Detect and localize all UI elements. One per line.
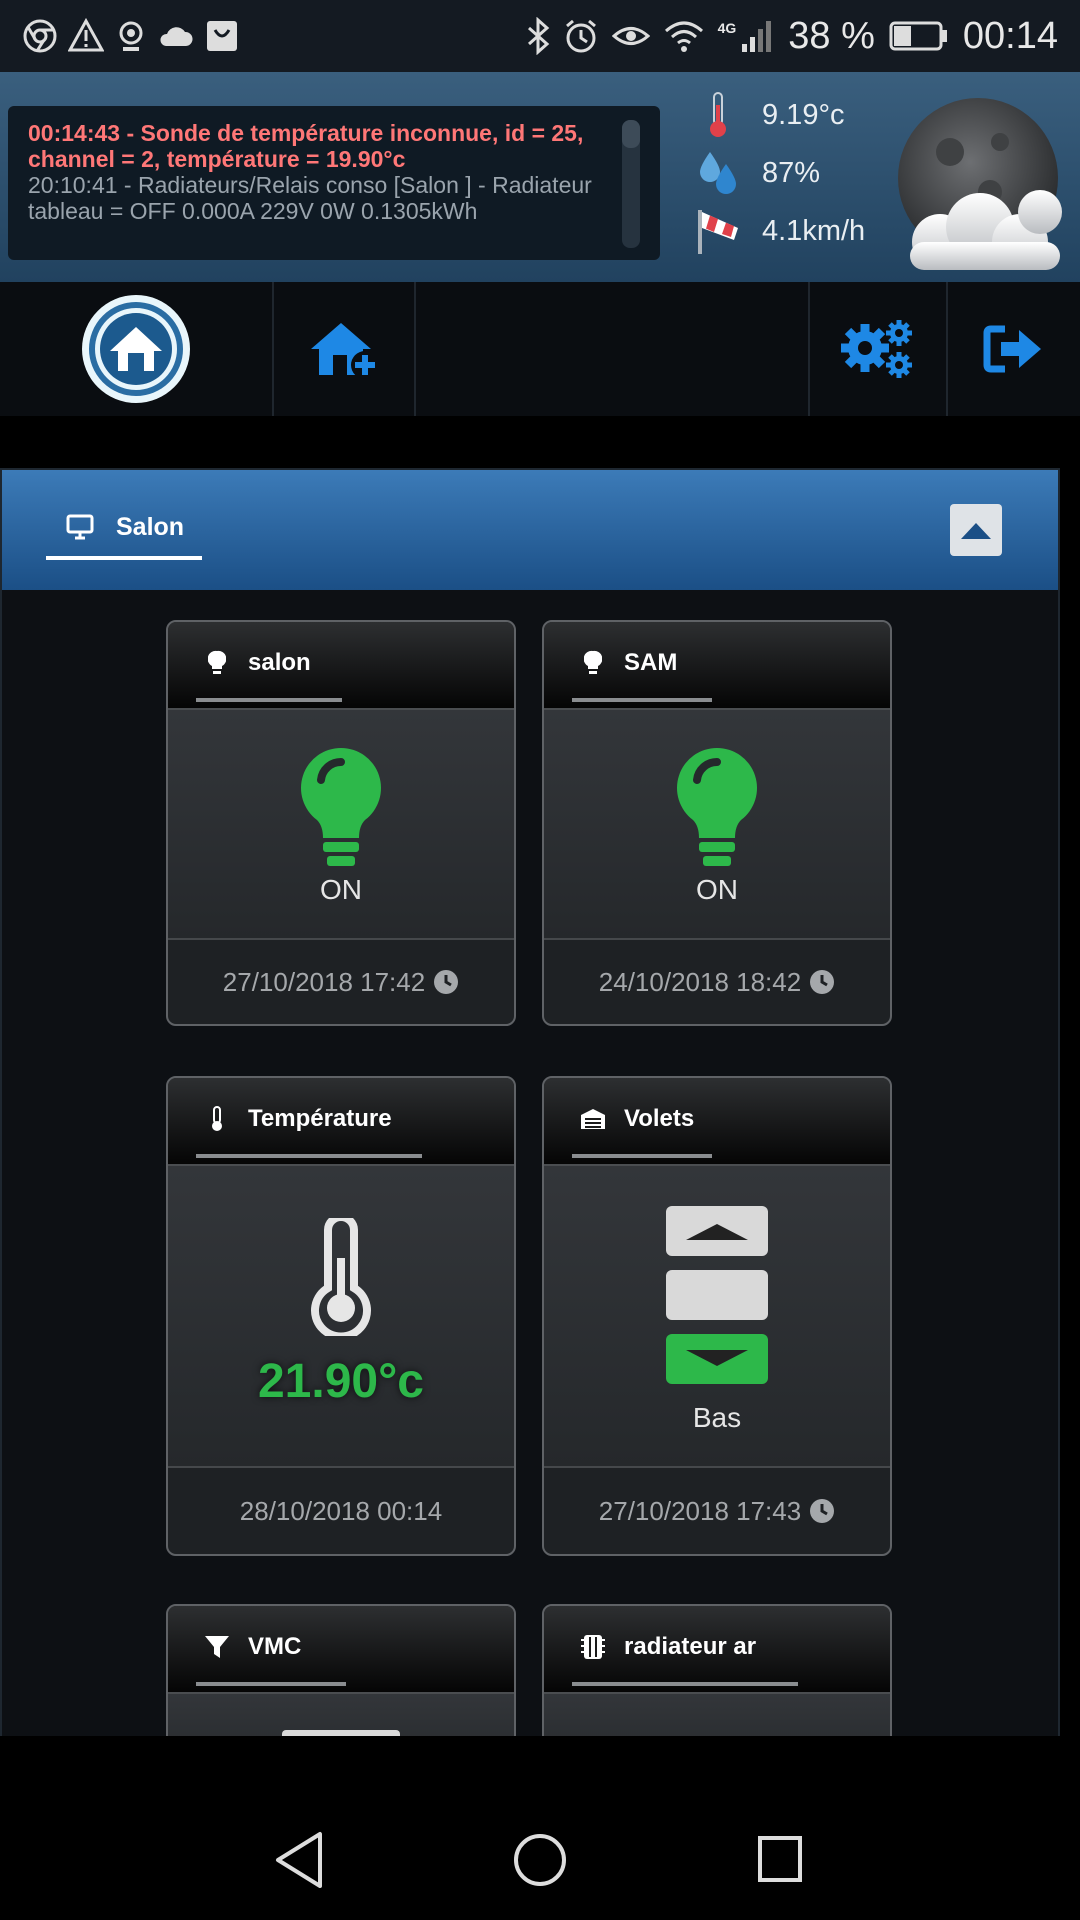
device-card-salon[interactable]: salon ON 27/10/2018 17:42 (166, 620, 516, 1026)
thermometer-icon (710, 92, 726, 137)
shutter-icon (581, 1109, 605, 1129)
bluetooth-icon (527, 17, 549, 55)
bulb-on-icon (301, 748, 381, 866)
weather-temperature-value: 9.19°c (762, 98, 845, 131)
card-header: Volets (544, 1078, 890, 1166)
card-title: Température (248, 1105, 392, 1132)
collapse-button[interactable] (950, 504, 1002, 556)
card-body[interactable]: 21.90°c (168, 1166, 514, 1468)
warning-icon (68, 18, 104, 52)
weather-humidity-value: 87% (762, 156, 821, 189)
settings-icon (841, 320, 912, 378)
last-update: 28/10/2018 00:14 (239, 1495, 443, 1526)
card-header: radiateur ar (544, 1606, 890, 1694)
shutter-down-button[interactable] (666, 1334, 768, 1384)
bulb-icon (584, 650, 602, 674)
header: 00:14:43 - Sonde de température inconnue… (0, 72, 1080, 282)
log-scrollbar[interactable] (622, 120, 640, 248)
logout-button[interactable] (948, 282, 1080, 416)
card-footer: 27/10/2018 17:42 (168, 940, 514, 1024)
shopping-bag-icon (207, 21, 237, 51)
card-header: Température (168, 1078, 514, 1166)
home-logo-icon (82, 295, 190, 403)
cloud-icon (160, 27, 193, 46)
windsock-icon (698, 210, 738, 254)
log-line-previous: 20:10:41 - Radiateurs/Relais conso [Salo… (28, 172, 592, 224)
log-line-latest: 00:14:43 - Sonde de température inconnue… (28, 120, 584, 172)
card-title: radiateur ar (624, 1633, 757, 1660)
shutter-stop-button[interactable] (666, 1270, 768, 1320)
recent-apps-icon[interactable] (756, 1834, 804, 1884)
bulb-icon (208, 650, 226, 674)
alarm-icon (565, 19, 596, 53)
radiator-icon (581, 1635, 605, 1659)
arrow-down-icon (686, 1350, 748, 1366)
thermometer-icon (212, 1106, 222, 1131)
device-card-temperature[interactable]: Température 21.90°c 28/10/2018 00:14 (166, 1076, 516, 1556)
clock-icon (434, 970, 459, 994)
chevron-up-icon (961, 523, 991, 539)
status-bar: 4G 38 % 00:14 (0, 0, 1080, 72)
card-body[interactable]: ON (544, 710, 890, 940)
device-card-sam[interactable]: SAM ON 24/10/2018 18:42 (542, 620, 892, 1026)
card-footer: 24/10/2018 18:42 (544, 940, 890, 1024)
card-footer: 28/10/2018 00:14 (168, 1468, 514, 1554)
webcam-icon (119, 21, 143, 51)
night-cloudy-icon (898, 98, 1062, 270)
card-title: salon (248, 649, 311, 676)
device-state: Bas (692, 1402, 742, 1433)
card-body[interactable]: ON (168, 710, 514, 940)
add-home-icon (311, 323, 379, 379)
home-circle-icon[interactable] (512, 1832, 568, 1888)
weather-wind: 4.1km/h (688, 206, 865, 256)
last-update: 27/10/2018 17:43 (598, 1495, 802, 1526)
android-navigation-bar (0, 1736, 1080, 1920)
monitor-icon (66, 514, 94, 540)
shutter-up-button[interactable] (666, 1206, 768, 1256)
network-type: 4G (717, 20, 737, 36)
tab-salon[interactable]: Salon (46, 498, 202, 560)
device-state: ON (320, 874, 362, 905)
chrome-icon (23, 19, 57, 53)
thermometer-large-icon (311, 1218, 371, 1336)
clock: 00:14 (962, 14, 1058, 57)
filter-icon (205, 1636, 229, 1658)
card-header: VMC (168, 1606, 514, 1694)
card-body: Bas (544, 1166, 890, 1468)
room-header: Salon (2, 470, 1058, 590)
settings-button[interactable] (810, 282, 946, 416)
card-title: Volets (624, 1105, 695, 1132)
room-panel: Salon salon ON 27/10/2018 17:42 SAM ON 2… (0, 468, 1060, 1768)
device-card-volets[interactable]: Volets Bas 27/10/2018 17:43 (542, 1076, 892, 1556)
temperature-value: 21.90°c (257, 1355, 424, 1408)
home-button[interactable] (0, 282, 272, 416)
card-footer: 27/10/2018 17:43 (544, 1468, 890, 1554)
card-header: SAM (544, 622, 890, 710)
arrow-up-icon (686, 1224, 748, 1240)
card-header: salon (168, 622, 514, 710)
water-drops-icon (700, 152, 736, 194)
last-update: 24/10/2018 18:42 (598, 966, 802, 997)
weather-temperature: 9.19°c (688, 90, 845, 140)
battery-percent: 38 % (788, 14, 875, 57)
room-name: Salon (116, 512, 185, 541)
weather-wind-value: 4.1km/h (762, 214, 866, 247)
back-icon[interactable] (272, 1830, 328, 1890)
eye-icon (611, 27, 650, 45)
device-state: ON (696, 874, 738, 905)
logout-icon (983, 325, 1041, 373)
card-title: SAM (624, 649, 678, 676)
main-nav (0, 282, 1080, 416)
wifi-icon (664, 21, 703, 52)
clock-icon (810, 1499, 835, 1523)
weather-humidity: 87% (688, 148, 820, 198)
last-update: 27/10/2018 17:42 (222, 966, 426, 997)
event-log[interactable]: 00:14:43 - Sonde de température inconnue… (8, 106, 660, 260)
bulb-on-icon (677, 748, 757, 866)
card-title: VMC (248, 1633, 302, 1660)
battery-icon (889, 21, 947, 51)
clock-icon (810, 970, 835, 994)
add-device-button[interactable] (274, 282, 414, 416)
signal-icon (742, 21, 772, 52)
